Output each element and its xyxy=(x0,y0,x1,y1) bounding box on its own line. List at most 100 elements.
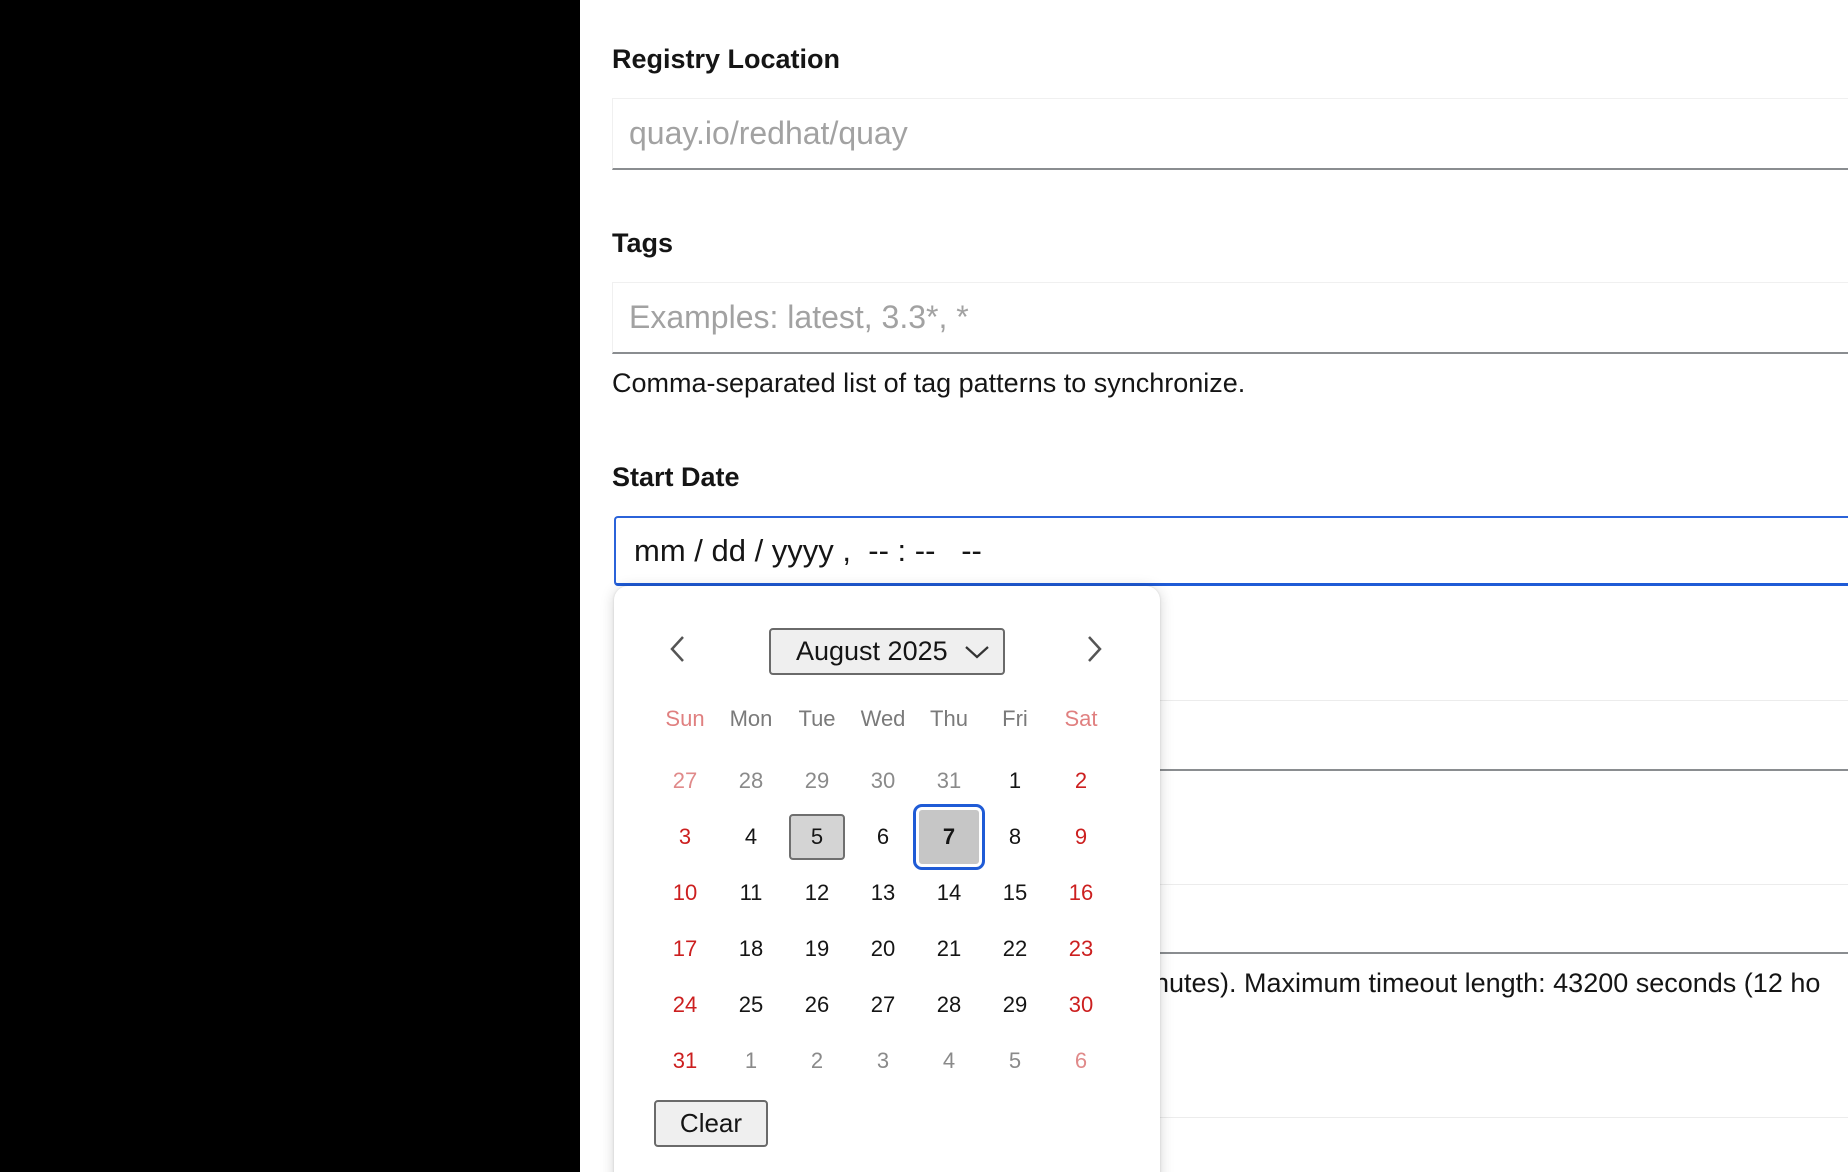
calendar-day[interactable]: 4 xyxy=(916,1036,982,1086)
calendar-day-number: 16 xyxy=(1068,880,1094,905)
registry-location-input[interactable] xyxy=(612,98,1848,170)
hidden-field-top-border xyxy=(1150,884,1848,885)
date-picker-popup: August 2025 Sun Mon Tue Wed Thu Fri Sat 27 28 29… xyxy=(614,586,1160,1172)
calendar-day[interactable]: 28 xyxy=(916,980,982,1030)
calendar-day-number: 9 xyxy=(1074,824,1088,849)
clear-button[interactable]: Clear xyxy=(654,1100,768,1147)
calendar-day[interactable]: 16 xyxy=(1048,868,1114,918)
timeout-helper-text: inutes). Maximum timeout length: 43200 s… xyxy=(1148,968,1821,998)
month-year-label: August 2025 xyxy=(796,636,948,666)
calendar-day[interactable]: 1 xyxy=(718,1036,784,1086)
calendar-day[interactable]: 3 xyxy=(850,1036,916,1086)
calendar-day-number: 5 xyxy=(1008,1048,1022,1073)
calendar-day-number: 31 xyxy=(672,1048,698,1073)
calendar-day-number: 1 xyxy=(744,1048,758,1073)
weekday-label: Wed xyxy=(860,706,906,731)
calendar-day[interactable]: 26 xyxy=(784,980,850,1030)
calendar-day[interactable]: 30 xyxy=(1048,980,1114,1030)
calendar-day[interactable]: 31 xyxy=(652,1036,718,1086)
calendar-day[interactable]: 23 xyxy=(1048,924,1114,974)
calendar-day-number: 28 xyxy=(738,768,764,793)
calendar-day[interactable]: 19 xyxy=(784,924,850,974)
month-year-select[interactable]: August 2025 xyxy=(769,628,1005,675)
weekday-label: Sat xyxy=(1064,706,1098,731)
calendar-day-number: 12 xyxy=(804,880,830,905)
calendar-day[interactable]: 14 xyxy=(916,868,982,918)
calendar-day[interactable]: 1 xyxy=(982,756,1048,806)
calendar-day-number: 27 xyxy=(672,768,698,793)
weekday-label: Thu xyxy=(930,706,968,731)
tags-input[interactable] xyxy=(612,282,1848,354)
calendar-day-number: 6 xyxy=(876,824,890,849)
calendar-day[interactable]: 8 xyxy=(982,812,1048,862)
chevron-right-icon xyxy=(1088,636,1102,662)
calendar-day[interactable]: 24 xyxy=(652,980,718,1030)
calendar-day[interactable]: 2 xyxy=(1048,756,1114,806)
calendar-day[interactable]: 21 xyxy=(916,924,982,974)
weekday-label: Fri xyxy=(1002,706,1028,731)
next-month-button[interactable] xyxy=(1076,631,1112,667)
calendar-day-selected[interactable]: 7 xyxy=(913,804,985,870)
calendar-day-number: 20 xyxy=(870,936,896,961)
calendar-day-number: 6 xyxy=(1074,1048,1088,1073)
calendar-day-number: 1 xyxy=(1008,768,1022,793)
calendar-day-number: 14 xyxy=(936,880,962,905)
calendar-day-number: 26 xyxy=(804,992,830,1017)
calendar-day[interactable]: 18 xyxy=(718,924,784,974)
calendar-day-number: 18 xyxy=(738,936,764,961)
calendar-day[interactable]: 27 xyxy=(850,980,916,1030)
calendar-day-number: 17 xyxy=(672,936,698,961)
calendar-day[interactable]: 9 xyxy=(1048,812,1114,862)
start-date-label: Start Date xyxy=(612,462,740,492)
calendar-day[interactable]: 12 xyxy=(784,868,850,918)
page: Registry Location Tags Comma-separated l… xyxy=(0,0,1848,1172)
hidden-field-underline xyxy=(1150,952,1848,954)
calendar-day-number: 4 xyxy=(942,1048,956,1073)
calendar-day[interactable]: 30 xyxy=(850,756,916,806)
calendar-day-number: 25 xyxy=(738,992,764,1017)
calendar-day[interactable]: 28 xyxy=(718,756,784,806)
registry-location-label: Registry Location xyxy=(612,44,841,74)
calendar-day[interactable]: 25 xyxy=(718,980,784,1030)
calendar-day-number: 3 xyxy=(876,1048,890,1073)
calendar-day[interactable]: 29 xyxy=(982,980,1048,1030)
calendar-day[interactable]: 29 xyxy=(784,756,850,806)
tags-helper-text: Comma-separated list of tag patterns to … xyxy=(612,368,1246,398)
calendar-day[interactable]: 4 xyxy=(718,812,784,862)
calendar-day-number: 10 xyxy=(672,880,698,905)
calendar-day[interactable]: 27 xyxy=(652,756,718,806)
calendar-day-number: 24 xyxy=(672,992,698,1017)
calendar-day[interactable]: 20 xyxy=(850,924,916,974)
start-date-input[interactable]: mm / dd / yyyy , -- : -- -- xyxy=(614,516,1848,586)
calendar-day-number: 30 xyxy=(870,768,896,793)
calendar-day[interactable]: 15 xyxy=(982,868,1048,918)
calendar-day[interactable]: 17 xyxy=(652,924,718,974)
calendar-day-number: 5 xyxy=(789,814,845,860)
calendar-day[interactable]: 11 xyxy=(718,868,784,918)
previous-month-button[interactable] xyxy=(660,631,696,667)
calendar-day[interactable]: 5 xyxy=(982,1036,1048,1086)
calendar-day-number: 31 xyxy=(936,768,962,793)
calendar-day[interactable]: 6 xyxy=(850,812,916,862)
chevron-down-icon xyxy=(965,646,989,659)
hidden-field-top-border xyxy=(1150,1117,1848,1118)
calendar-day-number: 3 xyxy=(678,824,692,849)
hidden-field-underline xyxy=(1150,769,1848,771)
calendar-day[interactable]: 6 xyxy=(1048,1036,1114,1086)
calendar-day-number: 29 xyxy=(804,768,830,793)
calendar-day[interactable]: 10 xyxy=(652,868,718,918)
calendar-day-number: 13 xyxy=(870,880,896,905)
calendar-day[interactable]: 31 xyxy=(916,756,982,806)
calendar-day-today[interactable]: 5 xyxy=(784,812,850,862)
weekday-label: Sun xyxy=(665,706,705,731)
calendar-day-number: 19 xyxy=(804,936,830,961)
calendar-day-number: 2 xyxy=(1074,768,1088,793)
calendar-day[interactable]: 22 xyxy=(982,924,1048,974)
calendar-day[interactable]: 2 xyxy=(784,1036,850,1086)
hidden-field-top-border xyxy=(1150,700,1848,701)
calendar-day[interactable]: 3 xyxy=(652,812,718,862)
calendar-day-number: 28 xyxy=(936,992,962,1017)
calendar-day[interactable]: 13 xyxy=(850,868,916,918)
calendar-day-number: 29 xyxy=(1002,992,1028,1017)
calendar-day-number: 21 xyxy=(936,936,962,961)
